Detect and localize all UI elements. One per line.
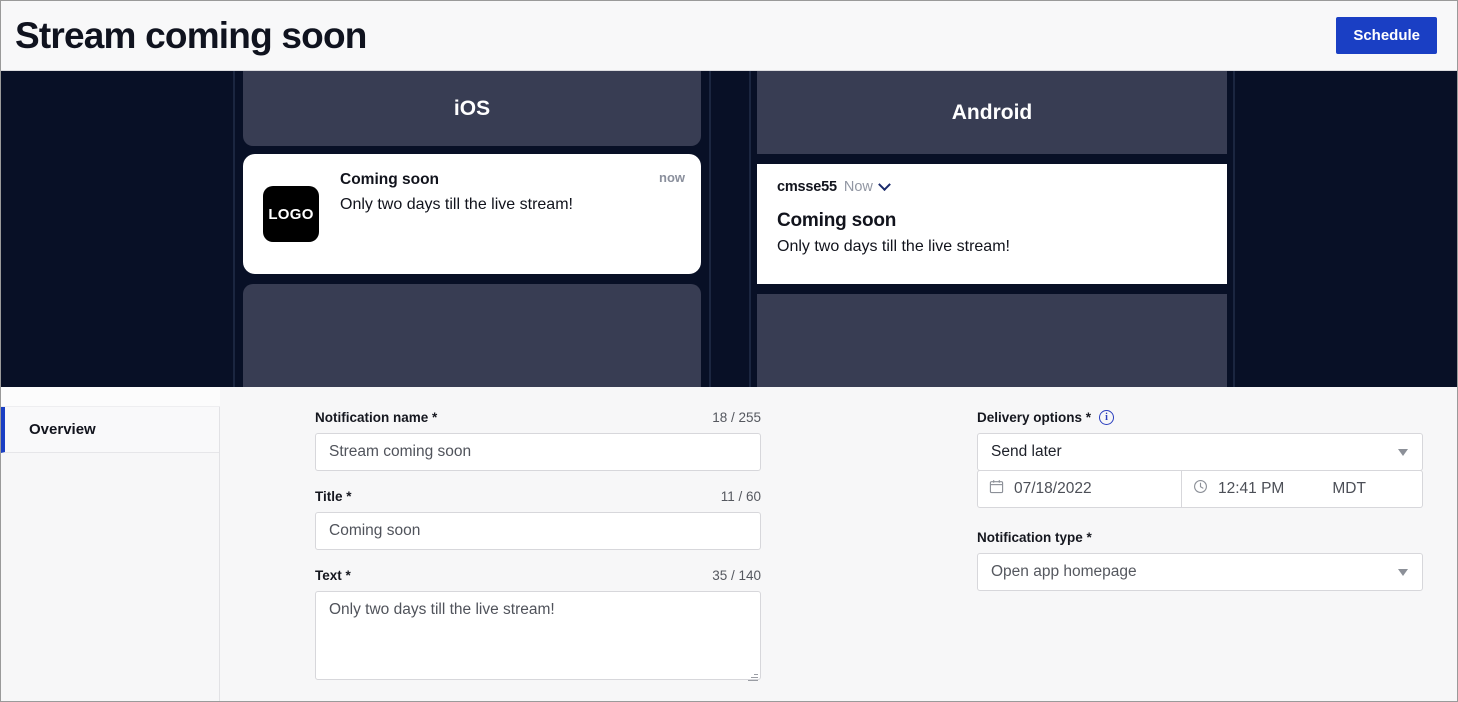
info-icon[interactable]: i (1099, 410, 1115, 425)
field-notification-type: Notification type * Open app homepage (977, 530, 1423, 591)
android-platform-label: Android (951, 100, 1033, 124)
editor-panel: Overview Notification name * 18 / 255 Ti… (1, 387, 1457, 701)
notification-composer-window: Stream coming soon Schedule iOS LOGO Com… (0, 0, 1458, 702)
notification-type-value: Open app homepage (991, 563, 1137, 580)
chevron-down-icon[interactable] (878, 178, 891, 191)
ios-preview-column: iOS LOGO Coming soon Only two days till … (243, 71, 701, 387)
title-label: Title * (315, 489, 352, 504)
android-notification-timestamp: Now (843, 179, 873, 195)
notification-type-label: Notification type * (977, 530, 1092, 545)
field-delivery-options: Delivery options * i Send later 07/18/20… (977, 410, 1423, 508)
notification-name-counter: 18 / 255 (712, 410, 761, 425)
chevron-down-icon (1398, 569, 1408, 576)
delivery-date-field[interactable]: 07/18/2022 (977, 470, 1182, 508)
delivery-time-field[interactable]: 12:41 PM MDT (1182, 470, 1423, 508)
delivery-options-select[interactable]: Send later (977, 433, 1423, 471)
schedule-button[interactable]: Schedule (1336, 17, 1437, 54)
ios-platform-label: iOS (453, 96, 491, 120)
field-head: Text * 35 / 140 (315, 568, 761, 583)
sidebar-item-overview[interactable]: Overview (1, 407, 219, 453)
app-header: Stream coming soon Schedule (1, 1, 1457, 71)
delivery-options-label: Delivery options * (977, 410, 1092, 425)
android-notification-card: cmsse55 Now Coming soon Only two days ti… (757, 164, 1227, 284)
textarea-wrapper: Only two days till the live stream! (315, 591, 761, 685)
ios-notification-timestamp: now (659, 170, 685, 185)
sidebar: Overview (1, 387, 220, 701)
field-head: Title * 11 / 60 (315, 489, 761, 504)
notification-name-input[interactable] (315, 433, 761, 471)
delivery-timezone-label: MDT (1332, 480, 1366, 497)
title-counter: 11 / 60 (720, 489, 761, 504)
form-column-left: Notification name * 18 / 255 Title * 11 … (315, 410, 761, 701)
page-title: Stream coming soon (15, 15, 367, 56)
field-head: Delivery options * i (977, 410, 1423, 425)
notification-preview-area: iOS LOGO Coming soon Only two days till … (1, 71, 1457, 387)
ios-notification-body: Coming soon Only two days till the live … (319, 168, 685, 274)
delivery-datetime-row: 07/18/2022 12:41 PM MDT (977, 470, 1423, 508)
delivery-time-value: 12:41 PM (1218, 480, 1285, 497)
ios-notification-card: LOGO Coming soon Only two days till the … (243, 154, 701, 274)
field-head: Notification type * (977, 530, 1423, 545)
android-preview-column: Android cmsse55 Now Coming soon Only two… (757, 71, 1227, 387)
field-head: Notification name * 18 / 255 (315, 410, 761, 425)
notification-type-select[interactable]: Open app homepage (977, 553, 1423, 591)
android-app-name: cmsse55 (777, 179, 837, 195)
android-status-bar: Android (757, 71, 1227, 154)
field-title: Title * 11 / 60 (315, 489, 761, 550)
android-notification-meta: cmsse55 Now (777, 178, 1207, 195)
text-textarea[interactable]: Only two days till the live stream! (315, 591, 761, 680)
ios-phone-lower-chrome (243, 284, 701, 387)
ios-notification-title: Coming soon (340, 171, 440, 188)
text-label: Text * (315, 568, 351, 583)
notification-name-label: Notification name * (315, 410, 438, 425)
android-notification-title: Coming soon (777, 209, 897, 231)
sidebar-item-label: Overview (29, 421, 96, 438)
delivery-options-value: Send later (991, 443, 1062, 460)
android-phone-lower-chrome (757, 294, 1227, 387)
form-column-right: Delivery options * i Send later 07/18/20… (977, 410, 1423, 609)
text-counter: 35 / 140 (712, 568, 761, 583)
ios-status-bar: iOS (243, 71, 701, 146)
clock-icon (1193, 479, 1208, 499)
title-input[interactable] (315, 512, 761, 550)
preview-divider-mid-right (749, 71, 751, 387)
sidebar-header-strip (1, 387, 220, 407)
field-notification-name: Notification name * 18 / 255 (315, 410, 761, 471)
android-notification-text: Only two days till the live stream! (777, 237, 1010, 255)
notification-form: Notification name * 18 / 255 Title * 11 … (220, 387, 1457, 701)
preview-divider-left (233, 71, 235, 387)
ios-notification-text: Only two days till the live stream! (340, 196, 573, 214)
preview-divider-mid-left (709, 71, 711, 387)
app-logo-icon: LOGO (263, 186, 319, 242)
calendar-icon (989, 479, 1004, 499)
delivery-date-value: 07/18/2022 (1014, 480, 1092, 497)
field-text: Text * 35 / 140 Only two days till the l… (315, 568, 761, 685)
chevron-down-icon (1398, 449, 1408, 456)
preview-divider-right (1233, 71, 1235, 387)
